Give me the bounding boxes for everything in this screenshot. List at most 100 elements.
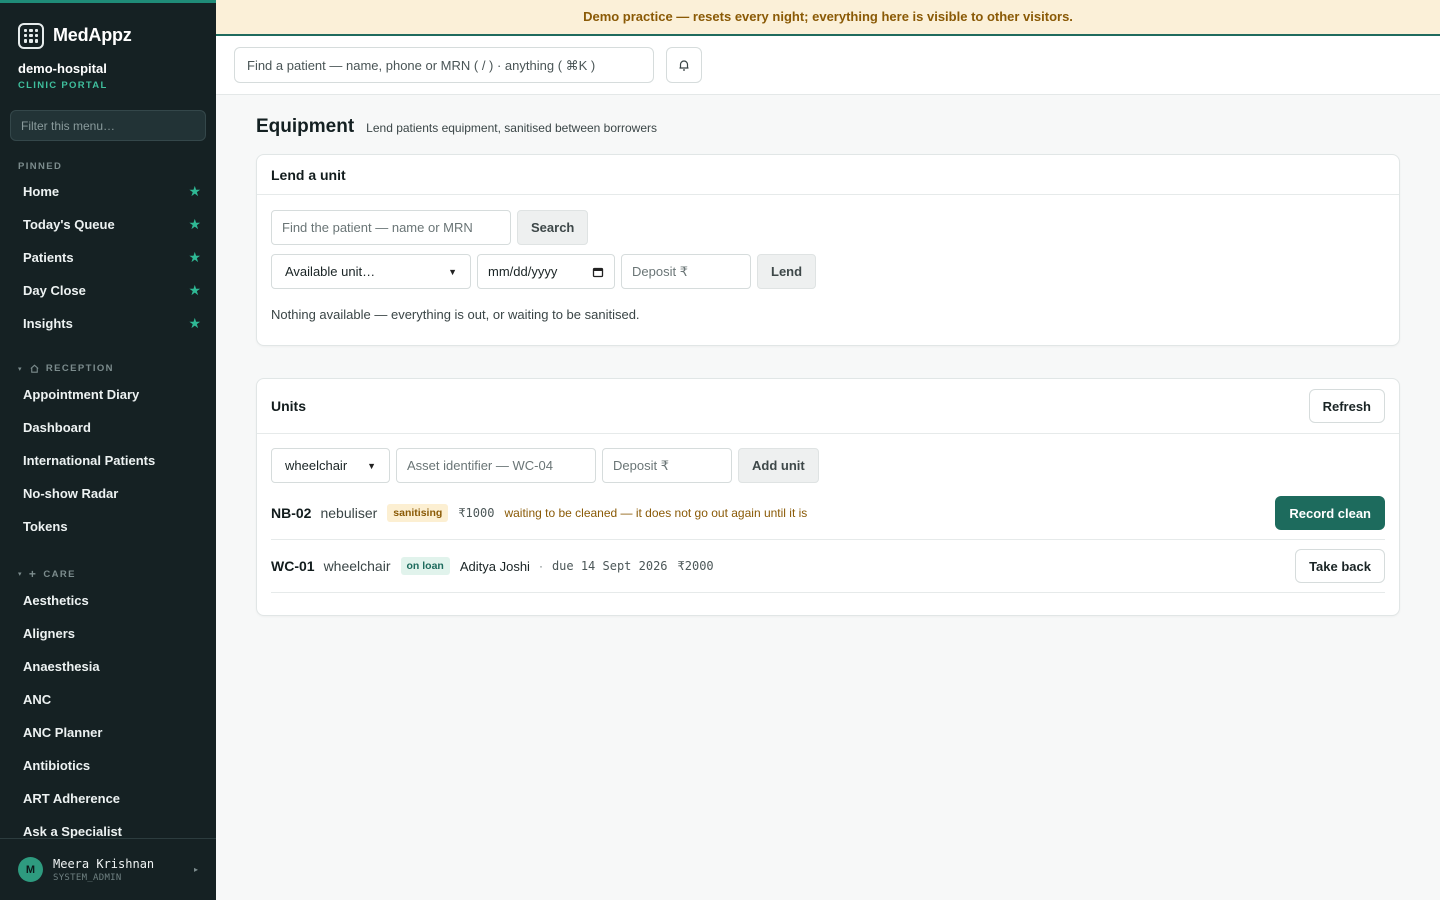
lend-deposit-input[interactable] bbox=[621, 254, 751, 289]
search-patient-button[interactable]: Search bbox=[517, 210, 589, 245]
avatar: M bbox=[18, 857, 43, 882]
user-role: SYSTEM_ADMIN bbox=[53, 872, 122, 883]
unit-type: nebuliser bbox=[320, 505, 378, 521]
sidebar-item-label: International Patients bbox=[23, 453, 156, 468]
notifications-button[interactable] bbox=[666, 47, 702, 83]
sidebar-item-label: Antibiotics bbox=[23, 758, 91, 773]
sidebar-item-antibiotics[interactable]: Antibiotics bbox=[0, 749, 216, 782]
due-date: due 14 Sept 2026 bbox=[551, 559, 668, 573]
pinned-star-icon[interactable]: ★ bbox=[188, 282, 201, 299]
brand[interactable]: MedAppz bbox=[0, 3, 216, 53]
unit-row: WC-01 wheelchair on loan Aditya Joshi · … bbox=[271, 540, 1385, 593]
lend-form-row: Available unit… ▼ mm/dd/yyyy Lend bbox=[271, 254, 1385, 289]
add-unit-button[interactable]: Add unit bbox=[738, 448, 819, 483]
sidebar-item-anaesthesia[interactable]: Anaesthesia bbox=[0, 650, 216, 683]
sidebar-item-label: No-show Radar bbox=[23, 486, 119, 501]
borrower-name: Aditya Joshi bbox=[459, 558, 530, 574]
sidebar-item-label: Patients bbox=[23, 250, 74, 265]
sidebar-item-tokens[interactable]: Tokens bbox=[0, 510, 216, 543]
due-date-input[interactable]: mm/dd/yyyy bbox=[477, 254, 615, 289]
refresh-button[interactable]: Refresh bbox=[1308, 389, 1385, 423]
unit-row: NB-02 nebuliser sanitising ₹1000 waiting… bbox=[271, 487, 1385, 540]
page-header: Equipment Lend patients equipment, sanit… bbox=[256, 116, 1400, 138]
calendar-icon[interactable] bbox=[592, 266, 604, 278]
topbar bbox=[216, 36, 1440, 95]
sidebar-item-anc-planner[interactable]: ANC Planner bbox=[0, 716, 216, 749]
section-label-text: PINNED bbox=[18, 161, 63, 172]
section-label-pinned: PINNED bbox=[0, 161, 216, 172]
sidebar-item-todays-queue[interactable]: Today's Queue ★ bbox=[0, 208, 216, 241]
pinned-star-icon[interactable]: ★ bbox=[188, 183, 201, 200]
sidebar-item-home[interactable]: Home ★ bbox=[0, 175, 216, 208]
card-header: Lend a unit bbox=[257, 155, 1399, 195]
section-label-reception[interactable]: ▾ RECEPTION bbox=[0, 363, 216, 374]
add-unit-row: wheelchair ▼ Add unit bbox=[271, 448, 1385, 483]
date-placeholder: mm/dd/yyyy bbox=[488, 264, 558, 279]
care-plus-icon: + bbox=[28, 567, 38, 581]
units-card: Units Refresh wheelchair ▼ Add unit NB-0… bbox=[256, 378, 1400, 616]
patient-search-input[interactable] bbox=[234, 47, 654, 83]
sidebar-item-no-show-radar[interactable]: No-show Radar bbox=[0, 477, 216, 510]
empty-availability-note: Nothing available — everything is out, o… bbox=[271, 307, 640, 322]
collapse-caret-icon: ▾ bbox=[18, 365, 23, 373]
pinned-star-icon[interactable]: ★ bbox=[188, 249, 201, 266]
menu-filter-input[interactable] bbox=[10, 110, 206, 141]
separator-dot: · bbox=[538, 559, 543, 573]
org-name: demo-hospital bbox=[18, 61, 107, 76]
sidebar-item-insights[interactable]: Insights ★ bbox=[0, 307, 216, 340]
chevron-down-icon: ▼ bbox=[448, 266, 457, 277]
take-back-button[interactable]: Take back bbox=[1295, 549, 1385, 583]
demo-banner: Demo practice — resets every night; ever… bbox=[216, 0, 1440, 36]
sidebar-item-label: Anaesthesia bbox=[23, 659, 100, 674]
sidebar-item-day-close[interactable]: Day Close ★ bbox=[0, 274, 216, 307]
sidebar: MedAppz demo-hospital CLINIC PORTAL PINN… bbox=[0, 0, 216, 900]
org-subtitle: CLINIC PORTAL bbox=[18, 80, 108, 91]
brand-name: MedAppz bbox=[53, 25, 132, 45]
sidebar-item-label: ANC bbox=[23, 692, 52, 707]
lend-patient-input[interactable] bbox=[271, 210, 511, 245]
sidebar-item-international-patients[interactable]: International Patients bbox=[0, 444, 216, 477]
section-label-text: RECEPTION bbox=[45, 363, 114, 374]
unit-type-select[interactable]: wheelchair ▼ bbox=[271, 448, 390, 483]
user-menu-caret-icon[interactable]: ▸ bbox=[194, 865, 198, 874]
card-header: Units Refresh bbox=[257, 379, 1399, 434]
sidebar-item-label: Aligners bbox=[23, 626, 76, 641]
select-value: wheelchair bbox=[285, 458, 348, 473]
unit-id: NB-02 bbox=[271, 505, 312, 521]
page-title: Equipment bbox=[256, 116, 355, 137]
unit-id: WC-01 bbox=[271, 558, 315, 574]
collapse-caret-icon: ▾ bbox=[18, 571, 23, 578]
section-label-care[interactable]: ▾ + CARE bbox=[0, 567, 216, 581]
sidebar-item-label: Day Close bbox=[23, 283, 86, 298]
available-unit-select[interactable]: Available unit… ▼ bbox=[271, 254, 471, 289]
sidebar-item-appointment-diary[interactable]: Appointment Diary bbox=[0, 378, 216, 411]
sidebar-item-label: ART Adherence bbox=[23, 791, 121, 806]
sidebar-item-art-adherence[interactable]: ART Adherence bbox=[0, 782, 216, 815]
sidebar-item-aesthetics[interactable]: Aesthetics bbox=[0, 584, 216, 617]
record-clean-button[interactable]: Record clean bbox=[1275, 496, 1385, 530]
user-menu[interactable]: M Meera Krishnan SYSTEM_ADMIN ▸ bbox=[0, 838, 216, 900]
sidebar-item-dashboard[interactable]: Dashboard bbox=[0, 411, 216, 444]
sidebar-item-label: Home bbox=[23, 184, 60, 199]
patient-search-row: Search bbox=[271, 210, 1385, 245]
chevron-down-icon: ▼ bbox=[367, 460, 376, 471]
main-content: Equipment Lend patients equipment, sanit… bbox=[256, 95, 1400, 616]
sidebar-item-label: ANC Planner bbox=[23, 725, 103, 740]
app-grid-logo-icon bbox=[18, 22, 44, 49]
unit-deposit: ₹1000 bbox=[458, 506, 495, 520]
sidebar-item-label: Aesthetics bbox=[23, 593, 89, 608]
sidebar-item-label: Today's Queue bbox=[23, 217, 115, 232]
sidebar-item-label: Tokens bbox=[23, 519, 68, 534]
select-value: Available unit… bbox=[285, 264, 376, 279]
sidebar-item-anc[interactable]: ANC bbox=[0, 683, 216, 716]
unit-deposit-input[interactable] bbox=[602, 448, 732, 483]
asset-identifier-input[interactable] bbox=[396, 448, 596, 483]
sidebar-item-label: Ask a Specialist bbox=[23, 824, 122, 839]
sidebar-item-aligners[interactable]: Aligners bbox=[0, 617, 216, 650]
sidebar-item-patients[interactable]: Patients ★ bbox=[0, 241, 216, 274]
section-label-text: CARE bbox=[43, 568, 76, 580]
card-title: Units bbox=[271, 398, 306, 414]
pinned-star-icon[interactable]: ★ bbox=[188, 216, 201, 233]
pinned-star-icon[interactable]: ★ bbox=[188, 315, 201, 332]
lend-button[interactable]: Lend bbox=[757, 254, 817, 289]
